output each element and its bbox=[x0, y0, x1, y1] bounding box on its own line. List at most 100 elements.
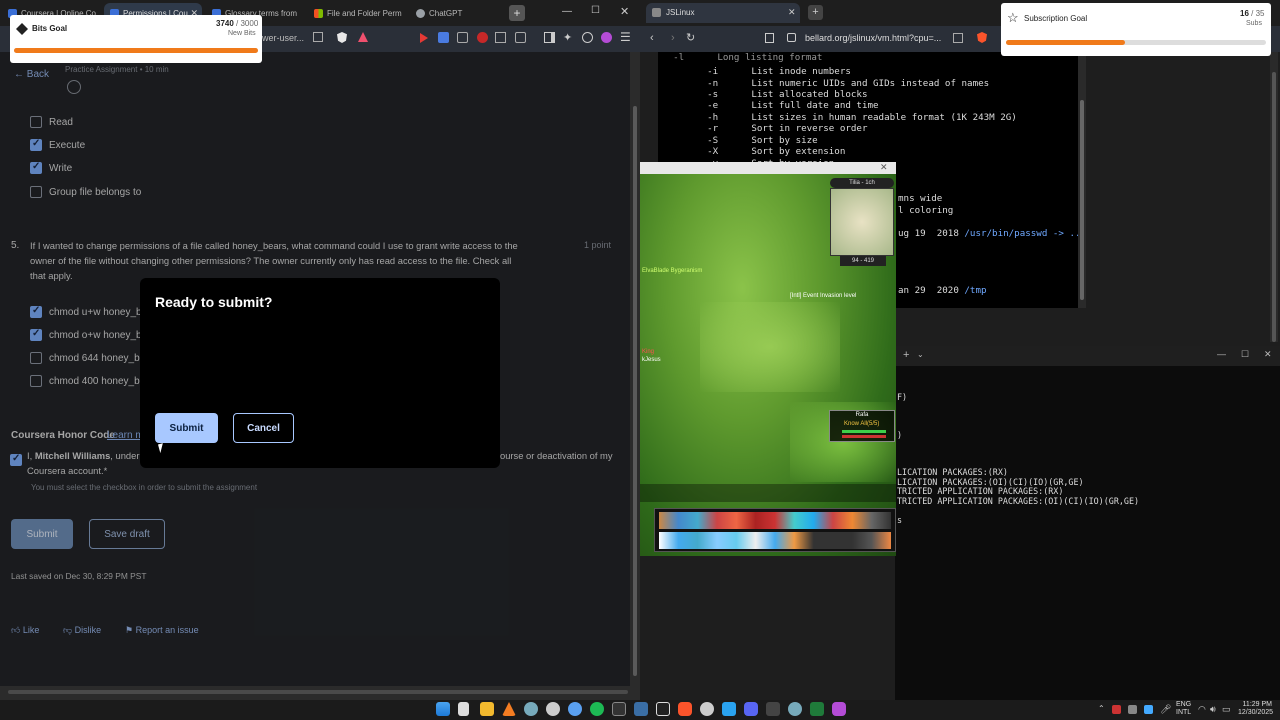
dialog-submit-button[interactable]: Submit bbox=[155, 413, 218, 443]
start-button-icon[interactable] bbox=[436, 702, 450, 716]
terminal-line: -l Long listing format bbox=[662, 52, 823, 63]
share-icon[interactable] bbox=[953, 33, 963, 43]
maximize-button[interactable]: ☐ bbox=[591, 5, 600, 16]
share-icon[interactable] bbox=[313, 32, 323, 42]
tab-file-folder[interactable]: File and Folder Perm bbox=[308, 3, 406, 23]
close-tab-icon[interactable]: ✕ bbox=[788, 7, 796, 18]
tab-jslinux[interactable]: JSLinux ✕ bbox=[646, 3, 800, 23]
url-text[interactable]: wer-user... bbox=[262, 33, 304, 43]
reload-icon[interactable]: ↻ bbox=[686, 31, 695, 44]
tab-chatgpt[interactable]: ChatGPT bbox=[410, 3, 504, 23]
profile-icon[interactable] bbox=[601, 32, 612, 43]
brave-icon[interactable] bbox=[678, 702, 692, 716]
jungle-foliage bbox=[700, 302, 840, 392]
scrollbar-thumb[interactable] bbox=[1272, 72, 1276, 342]
star-icon: ☆ bbox=[1007, 10, 1019, 25]
game-titlebar: ✕ bbox=[640, 162, 896, 174]
app-icon[interactable] bbox=[634, 702, 648, 716]
obs-icon[interactable] bbox=[546, 702, 560, 716]
brave-shield-icon[interactable] bbox=[977, 32, 987, 43]
close-window-button[interactable]: ✕ bbox=[880, 162, 888, 173]
cmd-line: TRICTED APPLICATION PACKAGES:(RX) bbox=[897, 486, 1064, 496]
terminal-line: l coloring bbox=[898, 205, 954, 216]
wifi-icon[interactable]: ◠ bbox=[1198, 704, 1206, 715]
enemy-label: King bbox=[642, 349, 655, 355]
screenshot-icon[interactable] bbox=[495, 32, 506, 43]
cmd-terminal[interactable]: F) ) LICATION PACKAGES:(RX) LICATION PAC… bbox=[895, 366, 1280, 700]
translate-icon[interactable] bbox=[438, 32, 449, 43]
close-window-button[interactable]: ✕ bbox=[620, 5, 629, 18]
terminal-line: -X Sort by extension bbox=[696, 146, 846, 157]
discord-icon[interactable] bbox=[744, 702, 758, 716]
forward-arrow-icon[interactable]: › bbox=[671, 32, 675, 44]
brave-shield-icon[interactable] bbox=[337, 32, 347, 43]
scrollbar-thumb[interactable] bbox=[8, 690, 628, 694]
brave-rewards-icon[interactable] bbox=[358, 32, 368, 42]
terminal-line: an 29 2020 /tmp bbox=[898, 285, 987, 296]
terminal-app-icon[interactable] bbox=[656, 702, 670, 716]
bookmark-icon[interactable] bbox=[765, 33, 774, 43]
minimize-button[interactable]: — bbox=[562, 6, 572, 17]
tray-app-icon[interactable] bbox=[1128, 705, 1137, 714]
skill-row-1[interactable] bbox=[659, 512, 891, 529]
battery-icon[interactable]: ▭ bbox=[1222, 704, 1231, 715]
excel-icon[interactable] bbox=[810, 702, 824, 716]
record-icon[interactable] bbox=[477, 32, 488, 43]
menu-icon[interactable]: ☰ bbox=[620, 30, 631, 44]
target-panel: Rafa Know All(5/5) bbox=[829, 410, 895, 442]
youtube-icon[interactable] bbox=[420, 33, 428, 43]
spotify-icon[interactable] bbox=[590, 702, 604, 716]
puzzle-icon[interactable] bbox=[515, 32, 526, 43]
language-indicator[interactable]: ENG INTL bbox=[1176, 701, 1191, 717]
close-window-button[interactable]: ✕ bbox=[1264, 349, 1272, 360]
chevron-down-icon[interactable]: ⌄ bbox=[917, 350, 924, 359]
bits-progress-track bbox=[14, 48, 258, 53]
twitch-icon[interactable] bbox=[832, 702, 846, 716]
target-mp-bar bbox=[842, 435, 886, 438]
chrome-icon[interactable] bbox=[568, 702, 582, 716]
subs-goal-title: Subscription Goal bbox=[1024, 14, 1088, 23]
steam-icon[interactable] bbox=[788, 702, 802, 716]
skill-hotbar[interactable] bbox=[654, 508, 896, 552]
steam-icon[interactable] bbox=[524, 702, 538, 716]
site-info-icon[interactable] bbox=[787, 33, 796, 42]
scrollbar-thumb[interactable] bbox=[633, 106, 637, 676]
dialog-cancel-button[interactable]: Cancel bbox=[233, 413, 294, 443]
new-tab-button[interactable]: + bbox=[509, 5, 525, 21]
github-icon[interactable] bbox=[612, 702, 626, 716]
vpn-icon[interactable] bbox=[582, 32, 593, 43]
clock[interactable]: 11:29 PM 12/30/2025 bbox=[1238, 701, 1273, 717]
skill-row-2[interactable] bbox=[659, 532, 891, 549]
extension-icon[interactable] bbox=[457, 32, 468, 43]
cmd-icon[interactable] bbox=[766, 702, 780, 716]
new-tab-button[interactable]: + bbox=[903, 349, 909, 361]
minimap[interactable] bbox=[830, 188, 894, 256]
file-explorer-icon[interactable] bbox=[480, 702, 494, 716]
minimize-button[interactable]: — bbox=[1217, 349, 1226, 359]
terminal-scrollbar[interactable] bbox=[1078, 52, 1086, 308]
maximize-button[interactable]: ☐ bbox=[1241, 349, 1249, 360]
new-tab-button[interactable]: + bbox=[808, 5, 823, 20]
tray-chevron-icon[interactable]: ⌃ bbox=[1098, 704, 1105, 713]
url-text[interactable]: bellard.org/jslinux/vm.html?cpu=... bbox=[805, 33, 941, 43]
page-scrollbar[interactable] bbox=[1270, 52, 1278, 342]
settings-icon[interactable] bbox=[700, 702, 714, 716]
tray-app-icon[interactable] bbox=[1112, 705, 1121, 714]
volume-icon[interactable]: 🔊︎ bbox=[1210, 704, 1216, 715]
file-icon[interactable] bbox=[458, 702, 469, 716]
terminal-line: ug 19 2018 /usr/bin/passwd -> ../. bbox=[898, 228, 1078, 239]
vscode-icon[interactable] bbox=[722, 702, 736, 716]
back-arrow-icon[interactable]: ‹ bbox=[650, 32, 654, 44]
mic-icon[interactable]: 🎤︎ bbox=[1160, 704, 1171, 715]
sidebar-icon[interactable] bbox=[544, 32, 555, 43]
page-scrollbar[interactable] bbox=[630, 96, 640, 686]
bits-progress-fill bbox=[14, 48, 258, 53]
event-text: [Intl] Event Invasion level bbox=[790, 293, 857, 299]
terminal-line: -r Sort in reverse order bbox=[696, 123, 868, 134]
horizontal-scrollbar[interactable] bbox=[0, 686, 640, 698]
scrollbar-thumb[interactable] bbox=[1080, 100, 1084, 300]
leo-ai-icon[interactable]: ✦ bbox=[563, 31, 572, 44]
game-window[interactable]: ✕ Tilia - 1ch 94 - 419 [Intl] Event Inva… bbox=[640, 162, 896, 556]
tray-app-icon[interactable] bbox=[1144, 705, 1153, 714]
bits-diamond-icon bbox=[16, 23, 28, 35]
